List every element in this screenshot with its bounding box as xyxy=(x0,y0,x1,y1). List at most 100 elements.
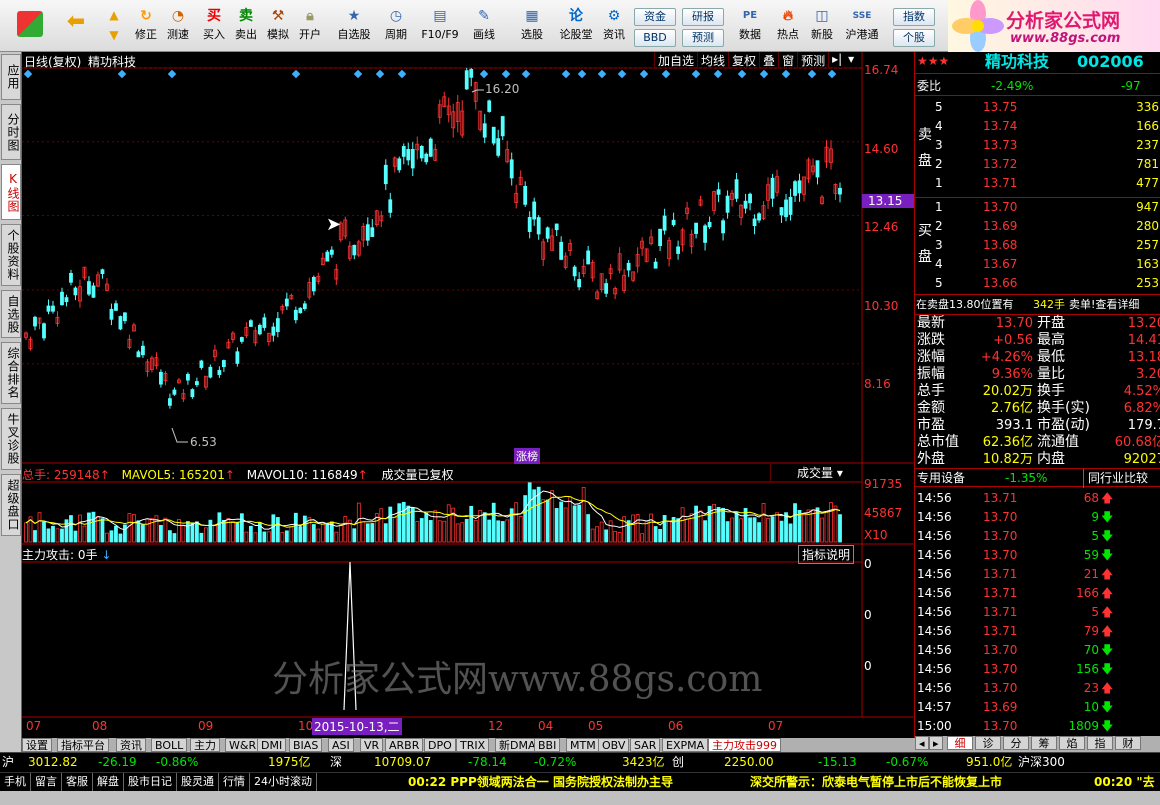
forecast-button[interactable]: 预测 xyxy=(682,29,724,47)
funds-button[interactable]: 资金 xyxy=(634,8,676,26)
volume-bar xyxy=(262,531,267,543)
ma-button[interactable]: 均线 xyxy=(697,52,728,68)
research-button[interactable]: 研报 xyxy=(682,8,724,26)
ask-row[interactable]: 3 13.73 237 xyxy=(915,136,1160,155)
back-arrow-icon[interactable]: ⬅ xyxy=(60,3,92,49)
indicator-tab[interactable]: 指标平台 xyxy=(57,738,109,752)
news-ticker-3[interactable]: 00:20 "去 xyxy=(1094,773,1155,791)
tab-ranking[interactable]: 综合排名 xyxy=(1,342,21,404)
right-tab[interactable]: 分 xyxy=(1003,736,1029,750)
ipo-button[interactable]: ◫ 新股 xyxy=(806,3,838,49)
bid-row[interactable]: 5 13.66 253 xyxy=(915,274,1160,293)
index-button[interactable]: 指数 xyxy=(893,8,935,26)
bbd-button[interactable]: BBD xyxy=(634,29,676,47)
hk-connect-button[interactable]: SSE 沪港通 xyxy=(844,3,880,49)
event-tag[interactable]: 涨榜 xyxy=(514,448,540,464)
indicator-tab[interactable]: 主力攻击999 xyxy=(708,738,781,752)
news-button[interactable]: ⚙ 资讯 xyxy=(598,3,630,49)
tab-profile[interactable]: 个股资料 xyxy=(1,224,21,286)
watchlist-button[interactable]: ★ 自选股 xyxy=(336,3,372,49)
prev-icon[interactable]: ◂ xyxy=(915,736,929,750)
tab-intraday[interactable]: 分时图 xyxy=(1,104,21,160)
indicator-tab[interactable]: BBI xyxy=(534,738,561,752)
indicator-tab[interactable]: BIAS xyxy=(289,738,323,752)
forum-button[interactable]: 论论股堂 xyxy=(558,3,594,49)
next-icon[interactable]: ▸ xyxy=(929,736,943,750)
status-link[interactable]: 手机 xyxy=(0,773,31,791)
indicator-tab[interactable]: MTM xyxy=(566,738,600,752)
adjust-button[interactable]: 复权 xyxy=(728,52,759,68)
status-link[interactable]: 留言 xyxy=(31,773,62,791)
indicator-tab[interactable]: TRIX xyxy=(456,738,490,752)
indicator-tab[interactable]: VR xyxy=(360,738,384,752)
ask-row[interactable]: 4 13.74 166 xyxy=(915,117,1160,136)
signal-diamond xyxy=(561,69,571,79)
stock-button[interactable]: 个股 xyxy=(893,29,935,47)
indicator-tab[interactable]: ASI xyxy=(328,738,354,752)
f10-button[interactable]: ▤ F10/F9 xyxy=(421,3,458,49)
tab-diagnose[interactable]: 牛叉诊股 xyxy=(1,408,21,470)
data-button[interactable]: PE 数据 xyxy=(734,3,766,49)
chart-area[interactable]: 日线(复权) 精功科技 加自选 均线 复权 叠 窗 预测 ▸| ▾ 16.74 … xyxy=(22,52,915,738)
status-link[interactable]: 股灵通 xyxy=(177,773,219,791)
tab-apps[interactable]: 应用 xyxy=(1,54,21,100)
period-button[interactable]: ◷ 周期 xyxy=(380,3,412,49)
bid-row[interactable]: 3 13.68 257 xyxy=(915,236,1160,255)
predict-button[interactable]: 预测 xyxy=(797,52,828,68)
stock-picker-button[interactable]: ▦ 选股 xyxy=(516,3,548,49)
dropdown-icon[interactable]: ▾ xyxy=(845,52,857,68)
indicator-tab[interactable]: BOLL xyxy=(151,738,188,752)
tick-price: 13.70 xyxy=(983,529,1018,543)
hotspot-button[interactable]: 🔥︎ 热点 xyxy=(772,3,804,49)
indicator-tab[interactable]: 主力 xyxy=(190,738,220,752)
status-link[interactable]: 24小时滚动 xyxy=(250,773,317,791)
up-down-arrow-icon[interactable]: ▲ ▼ xyxy=(102,3,126,49)
app-menu-icon[interactable] xyxy=(14,3,46,49)
candle-body xyxy=(100,269,105,275)
indicator-tab[interactable]: DPO xyxy=(424,738,456,752)
status-link[interactable]: 解盘 xyxy=(93,773,124,791)
bid-row[interactable]: 1 13.70 947 xyxy=(915,198,1160,217)
right-tab[interactable]: 诊 xyxy=(975,736,1001,750)
overlay-button[interactable]: 叠 xyxy=(759,52,778,68)
bid-row[interactable]: 2 13.69 280 xyxy=(915,217,1160,236)
ask-row[interactable]: 2 13.72 781 xyxy=(915,155,1160,174)
order-alert[interactable]: 在卖盘13.80位置有 342手 卖单!查看详细 xyxy=(915,294,1160,313)
tab-super-depth[interactable]: 超级盘口 xyxy=(1,474,21,536)
indicator-tab[interactable]: EXPMA xyxy=(662,738,709,752)
news-ticker-1[interactable]: 00:22 PPP领域两法合一 国务院授权法制办主导 xyxy=(408,773,673,791)
right-tab[interactable]: 细 xyxy=(947,736,973,750)
status-link[interactable]: 行情 xyxy=(219,773,250,791)
indicator-tab[interactable]: ARBR xyxy=(385,738,424,752)
indicator-tab[interactable]: 新DMA xyxy=(495,738,540,752)
speed-test-button[interactable]: ◔ 测速 xyxy=(162,3,194,49)
status-link[interactable]: 股市日记 xyxy=(124,773,177,791)
volume-indicator-select[interactable]: 成交量 ▾ xyxy=(770,464,862,481)
collapse-icon[interactable]: ▸| xyxy=(828,52,845,68)
bid-row[interactable]: 4 13.67 163 xyxy=(915,255,1160,274)
right-tab[interactable]: 财 xyxy=(1115,736,1141,750)
tab-kline[interactable]: K线图 xyxy=(1,164,21,220)
open-account-button[interactable]: 🔒︎ 开户 xyxy=(294,3,326,49)
add-watch-button[interactable]: 加自选 xyxy=(654,52,697,68)
indicator-tab[interactable]: DMI xyxy=(257,738,287,752)
logo-url: www.88gs.com xyxy=(1010,31,1121,46)
tab-watchlist[interactable]: 自选股 xyxy=(1,290,21,338)
draw-line-button[interactable]: ✎ 画线 xyxy=(468,3,500,49)
sector-label[interactable]: 专用设备 xyxy=(917,469,965,488)
sector-compare-button[interactable]: 同行业比较 xyxy=(1083,469,1148,488)
news-ticker-2[interactable]: 深交所警示：欣泰电气暂停上市后不能恢复上市 xyxy=(750,773,1002,791)
indicator-tab[interactable]: 资讯 xyxy=(116,738,146,752)
indicator-tab[interactable]: OBV xyxy=(598,738,630,752)
indicator-tab[interactable]: W&R xyxy=(225,738,261,752)
right-tab[interactable]: 筹 xyxy=(1031,736,1057,750)
status-link[interactable]: 客服 xyxy=(62,773,93,791)
window-button[interactable]: 窗 xyxy=(778,52,797,68)
right-tab[interactable]: 焰 xyxy=(1059,736,1085,750)
indicator-help-button[interactable]: 指标说明 xyxy=(798,545,855,564)
ask-row[interactable]: 5 13.75 336 xyxy=(915,98,1160,117)
right-tab[interactable]: 指 xyxy=(1087,736,1113,750)
indicator-tab[interactable]: 设置 xyxy=(22,738,52,752)
indicator-tab[interactable]: SAR xyxy=(630,738,661,752)
ask-row[interactable]: 1 13.71 477 xyxy=(915,174,1160,193)
